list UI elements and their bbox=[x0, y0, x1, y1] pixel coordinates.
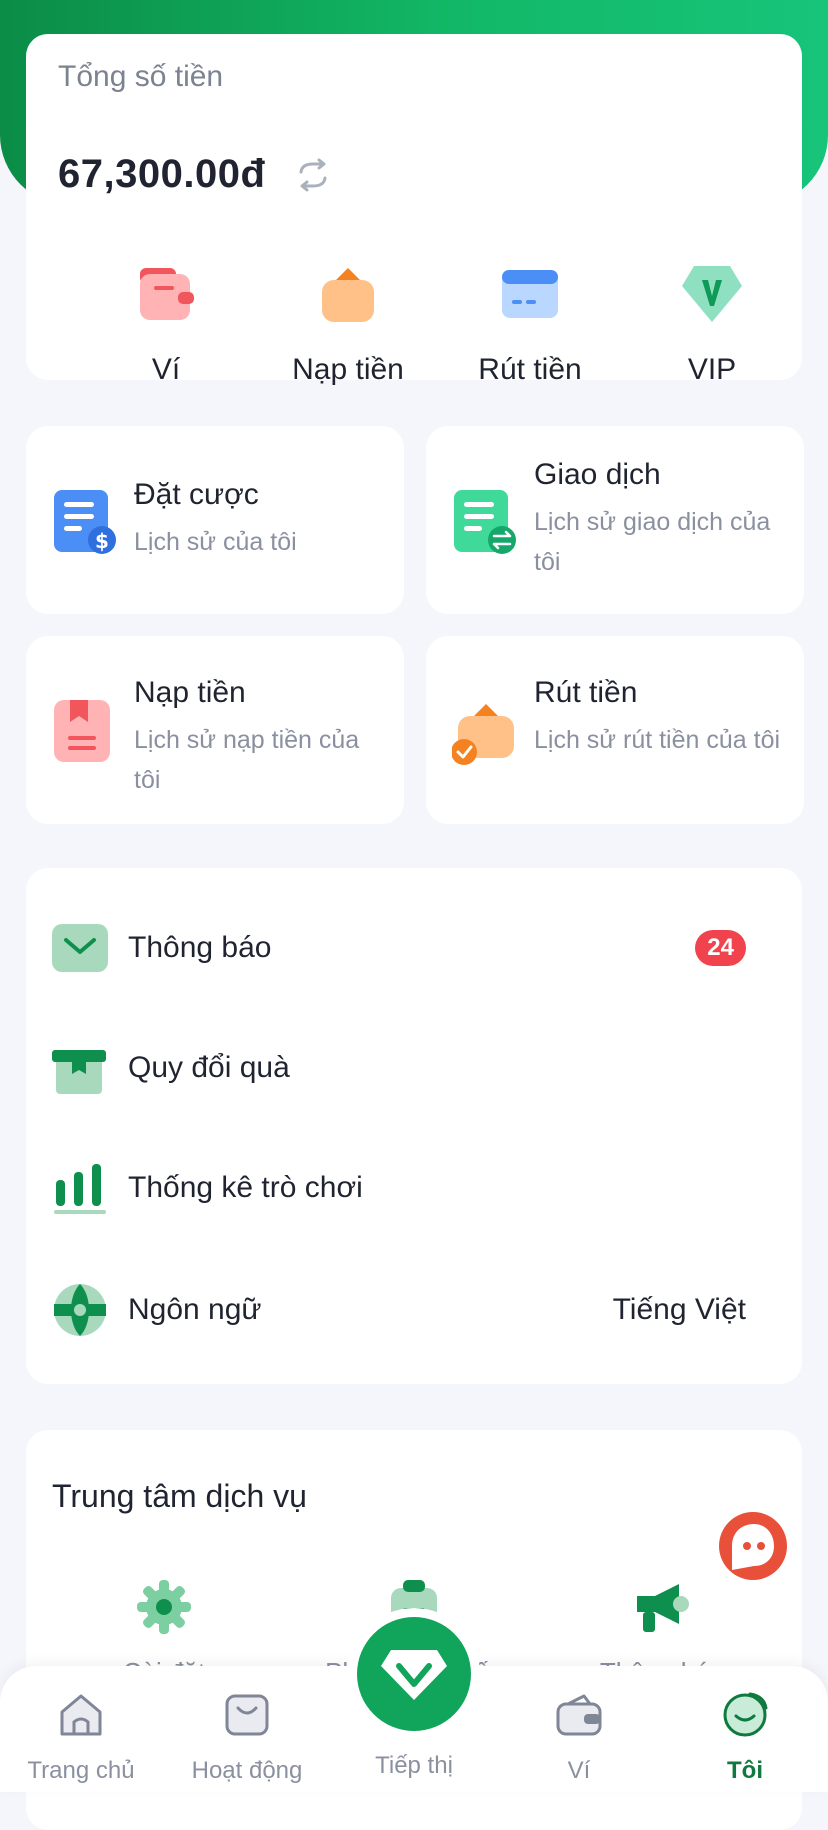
balance-card: Tổng số tiền 67,300.00đ Ví Nạp tiền Rút … bbox=[26, 34, 802, 386]
quick-action-vip[interactable]: VIP bbox=[622, 262, 802, 387]
globe-icon bbox=[54, 1284, 106, 1336]
total-balance-amount: 67,300.00đ bbox=[58, 152, 266, 196]
quick-action-wallet[interactable]: Ví bbox=[76, 262, 256, 387]
stats-icon bbox=[54, 1164, 106, 1214]
home-icon bbox=[60, 1694, 102, 1736]
service-center-title: Trung tâm dịch vụ bbox=[52, 1478, 307, 1514]
support-chat-icon[interactable] bbox=[712, 1506, 794, 1588]
nav-home-label: Trang chủ bbox=[27, 1757, 135, 1784]
bet-history-card[interactable]: $ Đặt cược Lịch sử của tôi bbox=[26, 426, 404, 614]
withdraw-card-icon bbox=[502, 270, 558, 318]
gift-icon bbox=[52, 1050, 106, 1094]
quick-action-deposit[interactable]: Nạp tiền bbox=[258, 262, 438, 387]
menu-list-card: Thông báo 24 Quy đổi quà Thống kê trò ch… bbox=[26, 868, 802, 1384]
menu-item-notifications-label: Thông báo bbox=[128, 931, 272, 964]
deposit-history-card[interactable]: Nạp tiền Lịch sử nạp tiền của tôi bbox=[26, 636, 404, 824]
marketing-fab-ring bbox=[348, 1608, 480, 1740]
menu-item-game-stats[interactable]: Thống kê trò chơi bbox=[26, 1138, 802, 1238]
transaction-history-title: Giao dịch bbox=[534, 458, 661, 491]
announcement-icon bbox=[637, 1584, 689, 1632]
quick-action-vip-label: VIP bbox=[687, 353, 737, 386]
svg-text:$: $ bbox=[95, 529, 109, 553]
transaction-history-card[interactable]: Giao dịch Lịch sử giao dịch của tôi bbox=[426, 426, 804, 614]
profile-icon bbox=[723, 1692, 768, 1737]
nav-profile[interactable]: Tôi bbox=[670, 1690, 820, 1785]
deposit-history-icon bbox=[54, 700, 110, 762]
nav-marketing-label: Tiếp thị bbox=[375, 1752, 453, 1779]
refresh-icon[interactable] bbox=[293, 155, 333, 195]
nav-activity[interactable]: Hoạt động bbox=[172, 1690, 322, 1785]
bet-history-icon: $ bbox=[54, 490, 116, 554]
transaction-history-icon bbox=[454, 490, 516, 554]
menu-item-game-stats-label: Thống kê trò chơi bbox=[128, 1171, 363, 1204]
quick-action-wallet-label: Ví bbox=[151, 353, 181, 386]
menu-item-language[interactable]: Ngôn ngữ Tiếng Việt bbox=[26, 1260, 802, 1360]
marketing-fab-button[interactable] bbox=[357, 1617, 471, 1731]
mail-icon bbox=[52, 924, 108, 972]
nav-home[interactable]: Trang chủ bbox=[6, 1690, 156, 1785]
withdraw-history-icon bbox=[452, 704, 514, 765]
nav-activity-label: Hoạt động bbox=[191, 1757, 303, 1784]
withdraw-history-card[interactable]: Rút tiền Lịch sử rút tiền của tôi bbox=[426, 636, 804, 824]
current-language-value: Tiếng Việt bbox=[612, 1293, 746, 1326]
wallet-icon bbox=[140, 268, 194, 320]
nav-wallet-label: Ví bbox=[567, 1757, 591, 1784]
vip-icon bbox=[682, 266, 742, 322]
menu-item-notifications[interactable]: Thông báo 24 bbox=[26, 898, 802, 998]
quick-action-withdraw-label: Rút tiền bbox=[478, 353, 582, 386]
total-balance-label: Tổng số tiền bbox=[58, 60, 224, 93]
activity-icon bbox=[225, 1694, 269, 1736]
nav-wallet[interactable]: Ví bbox=[504, 1690, 654, 1785]
notification-count-badge: 24 bbox=[695, 930, 746, 966]
deposit-icon bbox=[322, 268, 374, 322]
wallet-icon bbox=[556, 1694, 602, 1736]
transaction-history-subtitle: Lịch sử giao dịch của tôi bbox=[534, 508, 771, 576]
deposit-history-title: Nạp tiền bbox=[134, 676, 246, 709]
balance-row: 67,300.00đ bbox=[58, 152, 333, 197]
deposit-history-subtitle: Lịch sử nạp tiền của tôi bbox=[134, 726, 360, 794]
menu-item-language-label: Ngôn ngữ bbox=[128, 1293, 262, 1326]
bet-history-title: Đặt cược bbox=[134, 478, 259, 511]
bet-history-subtitle: Lịch sử của tôi bbox=[134, 528, 297, 556]
menu-item-gift-exchange[interactable]: Quy đổi quà bbox=[26, 1018, 802, 1118]
settings-icon bbox=[137, 1580, 191, 1634]
quick-action-deposit-label: Nạp tiền bbox=[292, 353, 404, 386]
diamond-icon bbox=[381, 1650, 447, 1700]
withdraw-history-title: Rút tiền bbox=[534, 676, 638, 709]
withdraw-history-subtitle: Lịch sử rút tiền của tôi bbox=[534, 726, 781, 754]
menu-item-gift-exchange-label: Quy đổi quà bbox=[128, 1051, 290, 1084]
nav-profile-label: Tôi bbox=[727, 1757, 763, 1784]
quick-action-withdraw[interactable]: Rút tiền bbox=[440, 262, 620, 387]
